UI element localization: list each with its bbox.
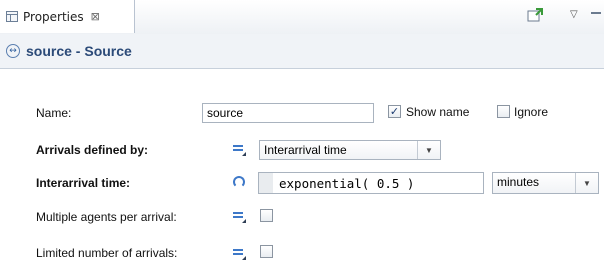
- ignore-checkbox[interactable]: [497, 105, 510, 118]
- interarrival-unit-select[interactable]: minutes ▼: [492, 172, 599, 194]
- interarrival-unit-value: minutes: [497, 175, 540, 189]
- minimize-icon[interactable]: [590, 8, 602, 22]
- static-value-icon[interactable]: [233, 143, 246, 156]
- show-name-label: Show name: [406, 105, 470, 119]
- multiple-agents-label: Multiple agents per arrival:: [36, 210, 177, 224]
- properties-header: ↔ source - Source: [0, 34, 604, 69]
- agent-icon: ↔: [6, 44, 20, 58]
- page-title: source - Source: [26, 43, 132, 59]
- view-menu-icon[interactable]: ▽: [570, 9, 578, 20]
- pin-icon[interactable]: [527, 8, 543, 25]
- interarrival-time-value: exponential( 0.5 ): [279, 176, 415, 191]
- properties-view-icon: [6, 11, 18, 22]
- arrivals-defined-by-value: Interarrival time: [264, 143, 347, 157]
- tab-label: Properties: [23, 9, 84, 24]
- arrivals-defined-by-select[interactable]: Interarrival time ▼: [259, 140, 441, 160]
- limited-arrivals-label: Limited number of arrivals:: [36, 246, 178, 260]
- static-value-icon[interactable]: [233, 247, 246, 260]
- chevron-down-icon: ▼: [575, 173, 598, 193]
- close-tab-icon[interactable]: ⊠: [91, 10, 100, 23]
- tab-properties[interactable]: Properties ⊠: [0, 0, 135, 33]
- show-name-checkbox[interactable]: ✓: [388, 105, 401, 118]
- name-input[interactable]: source: [202, 103, 374, 123]
- view-tab-bar: Properties ⊠ ▽: [0, 0, 604, 35]
- interarrival-time-label: Interarrival time:: [36, 176, 131, 190]
- code-gutter: [259, 173, 273, 193]
- multiple-agents-checkbox[interactable]: [260, 209, 273, 222]
- chevron-down-icon: ▼: [417, 141, 440, 159]
- interarrival-time-input[interactable]: exponential( 0.5 ): [258, 172, 484, 194]
- ignore-label: Ignore: [514, 105, 549, 119]
- static-value-icon[interactable]: [233, 210, 246, 223]
- limited-arrivals-checkbox[interactable]: [260, 245, 273, 258]
- name-label: Name:: [36, 106, 72, 120]
- dynamic-value-icon[interactable]: [233, 176, 245, 188]
- arrivals-defined-by-label: Arrivals defined by:: [36, 143, 149, 157]
